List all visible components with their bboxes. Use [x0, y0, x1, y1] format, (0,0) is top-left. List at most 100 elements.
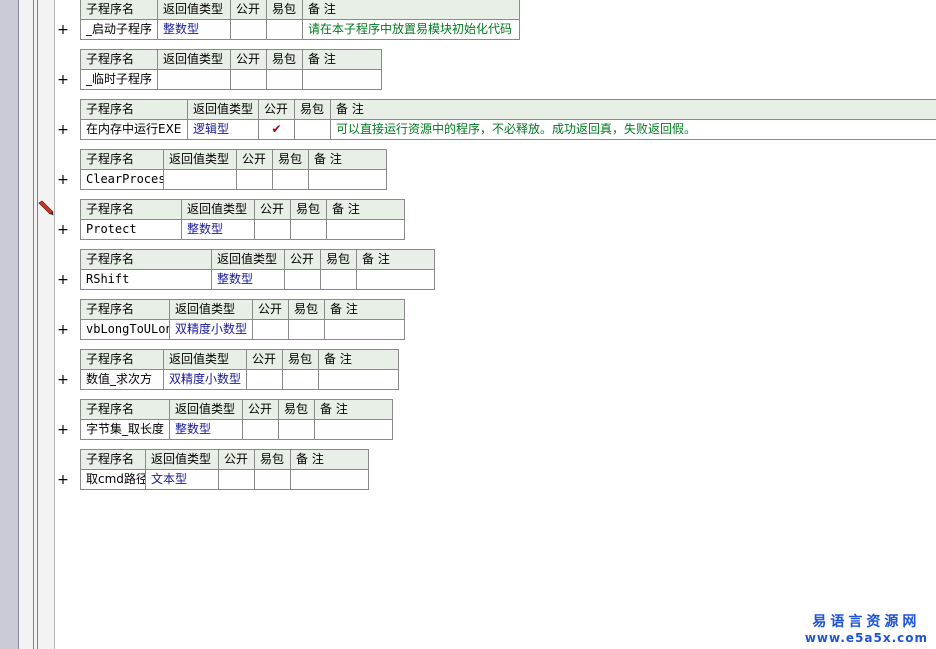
col-header-public: 公开: [254, 199, 291, 220]
expand-toggle[interactable]: +: [56, 473, 70, 487]
subroutine-table: 子程序名 返回值类型 公开 易包 备 注 Protect 整数型: [80, 199, 405, 240]
return-type-cell[interactable]: 文本型: [145, 469, 219, 490]
col-header-public: 公开: [230, 0, 267, 20]
subroutine-name[interactable]: 字节集_取长度: [80, 419, 170, 440]
public-cell[interactable]: [242, 419, 279, 440]
col-header-remark: 备 注: [326, 199, 405, 220]
easy-package-cell[interactable]: [272, 169, 309, 190]
col-header-remark: 备 注: [290, 449, 369, 470]
remark-cell[interactable]: [302, 69, 382, 90]
col-header-easy-package: 易包: [294, 99, 331, 120]
col-header-return-type: 返回值类型: [187, 99, 259, 120]
col-header-public: 公开: [258, 99, 295, 120]
return-type-cell[interactable]: 双精度小数型: [169, 319, 253, 340]
expand-toggle[interactable]: +: [56, 373, 70, 387]
subroutine-name[interactable]: 数值_求次方: [80, 369, 164, 390]
col-header-name: 子程序名: [80, 399, 170, 420]
col-header-easy-package: 易包: [290, 199, 327, 220]
expand-toggle[interactable]: +: [56, 223, 70, 237]
subroutine-name[interactable]: 在内存中运行EXE: [80, 119, 188, 140]
subroutine-name[interactable]: Protect: [80, 219, 182, 240]
easy-package-cell[interactable]: [320, 269, 357, 290]
col-header-remark: 备 注: [324, 299, 405, 320]
remark-cell[interactable]: [318, 369, 399, 390]
public-cell[interactable]: [230, 19, 267, 40]
col-header-return-type: 返回值类型: [169, 299, 253, 320]
left-scrollbar-strip[interactable]: [0, 0, 19, 649]
col-header-remark: 备 注: [330, 99, 936, 120]
subroutine-table: 子程序名 返回值类型 公开 易包 备 注 取cmd路径 文本型: [80, 449, 369, 490]
expand-toggle[interactable]: +: [56, 323, 70, 337]
subroutine-name[interactable]: _临时子程序: [80, 69, 158, 90]
col-header-name: 子程序名: [80, 449, 146, 470]
col-header-name: 子程序名: [80, 299, 170, 320]
return-type-cell[interactable]: 整数型: [181, 219, 255, 240]
subroutine-table: 子程序名 返回值类型 公开 易包 备 注 字节集_取长度 整数型: [80, 399, 393, 440]
remark-cell[interactable]: 可以直接运行资源中的程序，不必释放。成功返回真，失败返回假。: [330, 119, 936, 140]
return-type-cell[interactable]: 整数型: [157, 19, 231, 40]
subroutine-name[interactable]: ClearProcess: [80, 169, 164, 190]
remark-cell[interactable]: [308, 169, 387, 190]
remark-cell[interactable]: [326, 219, 405, 240]
public-cell[interactable]: [236, 169, 273, 190]
remark-cell[interactable]: [290, 469, 369, 490]
public-cell[interactable]: [218, 469, 255, 490]
easy-package-cell[interactable]: [294, 119, 331, 140]
return-type-cell[interactable]: [157, 69, 231, 90]
subroutine-table: 子程序名 返回值类型 公开 易包 备 注 _临时子程序: [80, 49, 382, 90]
col-header-name: 子程序名: [80, 349, 164, 370]
public-cell[interactable]: [230, 69, 267, 90]
col-header-easy-package: 易包: [272, 149, 309, 170]
col-header-remark: 备 注: [318, 349, 399, 370]
site-watermark: 易语言资源网 www.e5a5x.com: [805, 611, 928, 645]
public-cell[interactable]: [252, 319, 289, 340]
col-header-return-type: 返回值类型: [157, 49, 231, 70]
expand-toggle[interactable]: +: [56, 23, 70, 37]
public-cell[interactable]: [254, 219, 291, 240]
col-header-public: 公开: [252, 299, 289, 320]
expand-toggle[interactable]: +: [56, 423, 70, 437]
expand-toggle[interactable]: +: [56, 123, 70, 137]
col-header-return-type: 返回值类型: [181, 199, 255, 220]
watermark-title: 易语言资源网: [812, 614, 921, 630]
public-cell[interactable]: [284, 269, 321, 290]
col-header-remark: 备 注: [356, 249, 435, 270]
public-cell[interactable]: [246, 369, 283, 390]
easy-package-cell[interactable]: [282, 369, 319, 390]
easy-package-cell[interactable]: [254, 469, 291, 490]
return-type-cell[interactable]: 整数型: [211, 269, 285, 290]
remark-cell[interactable]: 请在本子程序中放置易模块初始化代码: [302, 19, 520, 40]
easy-package-cell[interactable]: [290, 219, 327, 240]
return-type-cell[interactable]: 整数型: [169, 419, 243, 440]
return-type-cell[interactable]: 双精度小数型: [163, 369, 247, 390]
pencil-icon: [38, 200, 54, 216]
expand-toggle[interactable]: +: [56, 273, 70, 287]
public-checkmark[interactable]: ✔: [258, 119, 295, 140]
col-header-name: 子程序名: [80, 0, 158, 20]
return-type-cell[interactable]: [163, 169, 237, 190]
col-header-remark: 备 注: [314, 399, 393, 420]
col-header-return-type: 返回值类型: [163, 149, 237, 170]
subroutine-name[interactable]: 取cmd路径: [80, 469, 146, 490]
subroutine-name[interactable]: _启动子程序: [80, 19, 158, 40]
subroutine-name[interactable]: RShift: [80, 269, 212, 290]
remark-cell[interactable]: [324, 319, 405, 340]
subroutine-name[interactable]: vbLongToULong: [80, 319, 170, 340]
col-header-name: 子程序名: [80, 149, 164, 170]
watermark-url: www.e5a5x.com: [804, 631, 928, 645]
subroutine-table: 子程序名 返回值类型 公开 易包 备 注 数值_求次方 双精度小数型: [80, 349, 399, 390]
col-header-remark: 备 注: [302, 49, 382, 70]
col-header-easy-package: 易包: [320, 249, 357, 270]
easy-package-cell[interactable]: [288, 319, 325, 340]
easy-package-cell[interactable]: [278, 419, 315, 440]
expand-toggle[interactable]: +: [56, 73, 70, 87]
remark-cell[interactable]: [356, 269, 435, 290]
expand-toggle[interactable]: +: [56, 173, 70, 187]
col-header-name: 子程序名: [80, 199, 182, 220]
easy-package-cell[interactable]: [266, 19, 303, 40]
return-type-cell[interactable]: 逻辑型: [187, 119, 259, 140]
remark-cell[interactable]: [314, 419, 393, 440]
col-header-easy-package: 易包: [282, 349, 319, 370]
subroutine-table: 子程序名 返回值类型 公开 易包 备 注 vbLongToULong 双精度小数…: [80, 299, 405, 340]
easy-package-cell[interactable]: [266, 69, 303, 90]
